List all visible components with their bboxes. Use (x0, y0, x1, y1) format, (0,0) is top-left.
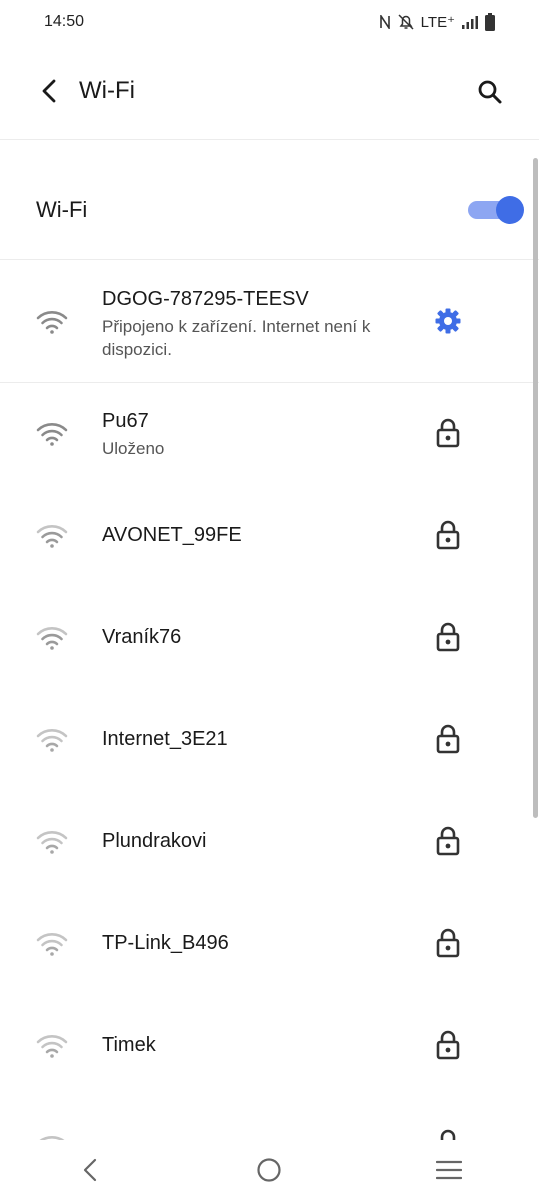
network-list: DGOG-787295-TEESV Připojeno k zařízení. … (0, 261, 539, 1097)
switch-thumb (496, 196, 524, 224)
wifi-signal-icon (36, 525, 68, 548)
wifi-toggle-row[interactable]: Wi-Fi (0, 141, 539, 260)
status-bar: 14:50 LTE⁺ (0, 0, 539, 44)
wifi-signal-icon (36, 1035, 68, 1058)
mute-icon (398, 14, 414, 30)
search-button[interactable] (474, 76, 506, 108)
network-name: Vraník76 (102, 626, 182, 648)
status-time: 14:50 (44, 13, 85, 30)
lock-indicator (434, 519, 462, 551)
lock-indicator (434, 723, 462, 755)
nav-home-button[interactable] (249, 1150, 289, 1190)
lock-indicator (434, 1029, 462, 1061)
signal-icon (462, 16, 478, 29)
network-name: Pu67 (102, 410, 149, 432)
network-texts: Internet_3E21 (102, 727, 419, 751)
lock-icon (436, 418, 460, 448)
lock-indicator (434, 417, 462, 449)
network-item[interactable]: Plundrakovi (0, 791, 539, 893)
status-icons: LTE⁺ (379, 13, 495, 31)
network-texts: AVONET_99FE (102, 523, 419, 547)
network-texts: DGOG-787295-TEESV Připojeno k zařízení. … (102, 287, 419, 361)
network-item[interactable]: AVONET_99FE (0, 485, 539, 587)
scrollbar[interactable] (533, 158, 538, 818)
network-name: DGOG-787295-TEESV (102, 288, 309, 310)
wifi-signal-icon (36, 831, 68, 854)
network-texts: Vraník76 (102, 625, 419, 649)
wifi-signal-icon (36, 311, 68, 334)
network-item-connected[interactable]: DGOG-787295-TEESV Připojeno k zařízení. … (0, 261, 539, 383)
navigation-bar (0, 1140, 539, 1200)
nav-recents-button[interactable] (429, 1150, 469, 1190)
lock-icon (436, 1030, 460, 1060)
lock-icon (440, 1129, 456, 1140)
network-item[interactable]: TP-Link_B496 (0, 893, 539, 995)
gear-icon (435, 308, 461, 334)
nav-back-icon (83, 1158, 96, 1182)
wifi-switch[interactable] (468, 196, 524, 224)
search-icon (478, 80, 502, 104)
network-item[interactable]: Timek (0, 995, 539, 1097)
network-name: TP-Link_B496 (102, 932, 229, 954)
lock-icon (436, 724, 460, 754)
lock-indicator (434, 825, 462, 857)
network-settings-button[interactable] (434, 305, 462, 337)
lock-icon (436, 622, 460, 652)
page-title: Wi-Fi (79, 77, 135, 104)
nav-back-button[interactable] (70, 1150, 110, 1190)
wifi-signal-icon (36, 627, 68, 650)
lock-icon (436, 928, 460, 958)
lock-indicator (434, 621, 462, 653)
nfc-icon (379, 15, 390, 29)
network-item-partial[interactable] (0, 1121, 539, 1140)
wifi-signal-icon (36, 933, 68, 956)
lock-indicator (434, 927, 462, 959)
network-item[interactable]: Pu67 Uloženo (0, 383, 539, 485)
app-bar: Wi-Fi (0, 44, 539, 140)
network-status: Připojeno k zařízení. Internet není k di… (102, 317, 371, 359)
network-item[interactable]: Vraník76 (0, 587, 539, 689)
back-button[interactable] (34, 76, 64, 106)
network-type: LTE⁺ (420, 14, 455, 31)
network-name: Internet_3E21 (102, 728, 228, 750)
network-item[interactable]: Internet_3E21 (0, 689, 539, 791)
battery-icon (485, 13, 495, 31)
network-texts: Pu67 Uloženo (102, 409, 419, 460)
lock-icon (436, 826, 460, 856)
network-name: Plundrakovi (102, 830, 207, 852)
wifi-signal-icon (36, 423, 68, 446)
nav-recents-icon (436, 1160, 463, 1180)
wifi-toggle-label: Wi-Fi (36, 197, 88, 222)
back-arrow-icon (42, 79, 56, 103)
network-texts: Timek (102, 1033, 419, 1057)
network-name: AVONET_99FE (102, 524, 242, 546)
nav-home-icon (257, 1158, 282, 1182)
lock-icon (436, 520, 460, 550)
network-status: Uloženo (102, 439, 165, 458)
wifi-signal-icon (36, 729, 68, 752)
network-name: Timek (102, 1034, 156, 1056)
network-texts: Plundrakovi (102, 829, 419, 853)
network-texts: TP-Link_B496 (102, 931, 419, 955)
